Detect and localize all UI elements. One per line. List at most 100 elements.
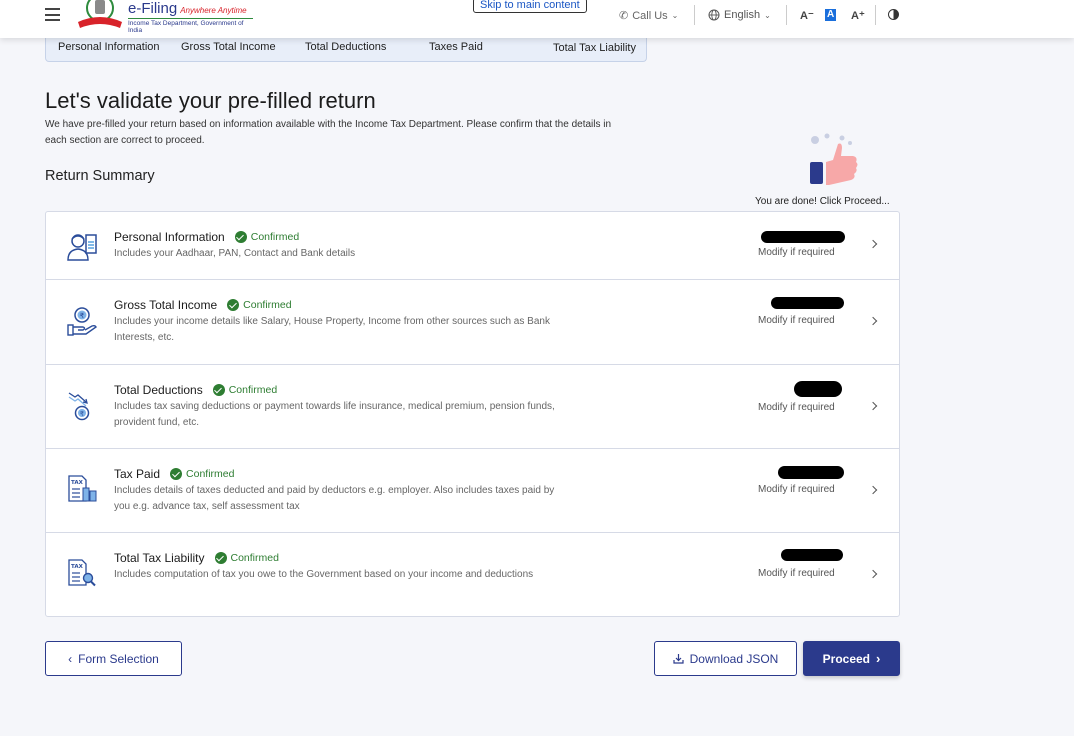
modify-link[interactable]: Modify if required (758, 568, 835, 579)
svg-text:TAX: TAX (71, 564, 84, 570)
section-title-row: Tax Paid Confirmed (114, 467, 234, 481)
download-icon (673, 654, 684, 664)
section-row-tax-paid[interactable]: TAX Tax Paid Confirmed Includes details … (46, 449, 899, 533)
chevron-right-icon[interactable] (868, 316, 878, 326)
proceed-label: Proceed (822, 651, 870, 666)
chevron-right-icon[interactable] (868, 401, 878, 411)
svg-text:TAX: TAX (71, 480, 84, 486)
redacted-amount (761, 231, 845, 243)
form-selection-back-button[interactable]: ‹ Form Selection (45, 641, 182, 676)
chevron-right-icon[interactable] (868, 239, 878, 249)
modify-link[interactable]: Modify if required (758, 402, 835, 413)
modify-link[interactable]: Modify if required (758, 315, 835, 326)
status-label: Confirmed (186, 468, 235, 480)
section-row-total-tax-liability[interactable]: TAX Total Tax Liability Confirmed Includ… (46, 533, 899, 617)
check-circle-icon (234, 231, 247, 243)
section-description: Includes your Aadhaar, PAN, Contact and … (114, 248, 356, 259)
top-header: e-Filing Anywhere Anytime Income Tax Depa… (0, 0, 1074, 38)
brand-tagline: Anywhere Anytime (180, 6, 247, 15)
confirmed-badge: Confirmed (234, 231, 300, 243)
section-title: Total Tax Liability (114, 551, 205, 565)
confirmed-badge: Confirmed (214, 552, 279, 564)
skip-to-main-content-link[interactable]: Skip to main content (473, 0, 587, 13)
download-json-label: Download JSON (689, 651, 779, 666)
brand[interactable]: e-Filing Anywhere Anytime Income Tax Depa… (128, 0, 253, 34)
call-us-dropdown[interactable]: ✆ Call Us ⌄ (619, 9, 679, 23)
tax-document-coins-icon: TAX (68, 475, 97, 502)
chevron-down-icon: ⌄ (671, 11, 679, 20)
section-row-personal-information[interactable]: Personal Information Confirmed Includes … (46, 212, 899, 280)
page-intro: We have pre-filled your return based on … (45, 119, 612, 146)
rupee-down-trend-icon: ₹ (68, 392, 90, 421)
svg-text:₹: ₹ (80, 312, 85, 320)
chevron-right-icon[interactable] (868, 569, 878, 579)
section-row-total-deductions[interactable]: ₹ Total Deductions Confirmed Includes ta… (46, 365, 899, 449)
check-circle-icon (212, 384, 225, 396)
check-circle-icon (227, 299, 240, 311)
redacted-amount (794, 381, 842, 397)
return-summary-heading: Return Summary (45, 168, 155, 184)
tax-document-search-icon: TAX (68, 559, 96, 587)
section-description: Includes details of taxes deducted and p… (114, 485, 555, 512)
brand-subtitle: Income Tax Department, Government of Ind… (128, 18, 253, 34)
modify-link[interactable]: Modify if required (758, 484, 835, 495)
section-title-row: Total Deductions Confirmed (114, 383, 277, 397)
section-title: Gross Total Income (114, 298, 218, 312)
step-tab-gross-total-income[interactable]: Gross Total Income (181, 41, 276, 53)
decrease-font-button[interactable]: A⁻ (800, 9, 814, 22)
section-row-gross-total-income[interactable]: ₹ Gross Total Income Confirmed Includes … (46, 280, 899, 365)
status-label: Confirmed (230, 552, 279, 564)
section-description: Includes computation of tax you owe to t… (114, 569, 534, 580)
proceed-button[interactable]: Proceed › (803, 641, 900, 676)
status-label: Confirmed (250, 231, 300, 243)
done-message: You are done! Click Proceed... (755, 196, 890, 207)
step-tab-personal-information[interactable]: Personal Information (58, 41, 160, 53)
rupee-hand-icon: ₹ (67, 307, 97, 336)
redacted-amount (771, 297, 844, 309)
divider (786, 5, 787, 25)
person-id-card-icon (67, 234, 97, 261)
menu-icon[interactable] (45, 8, 60, 21)
section-title-row: Total Tax Liability Confirmed (114, 551, 279, 565)
modify-link[interactable]: Modify if required (758, 247, 835, 258)
redacted-amount (781, 549, 843, 561)
section-title-row: Gross Total Income Confirmed (114, 298, 292, 312)
status-label: Confirmed (228, 384, 278, 396)
divider (694, 5, 695, 25)
section-title: Total Deductions (114, 383, 203, 397)
increase-font-button[interactable]: A⁺ (851, 9, 865, 22)
status-label: Confirmed (243, 299, 292, 311)
contrast-toggle-icon[interactable] (888, 9, 899, 20)
chevron-left-icon: ‹ (68, 651, 73, 666)
svg-text:₹: ₹ (80, 410, 84, 418)
section-description: Includes tax saving deductions or paymen… (114, 401, 555, 428)
language-dropdown[interactable]: English ⌄ (708, 9, 771, 21)
brand-name: e-Filing (128, 0, 178, 17)
check-circle-icon (214, 552, 227, 564)
divider (875, 5, 876, 25)
step-tab-taxes-paid[interactable]: Taxes Paid (429, 41, 483, 53)
step-tabs: Personal Information Gross Total Income … (45, 36, 647, 62)
step-tab-total-tax-liability[interactable]: Total Tax Liability (553, 42, 636, 54)
section-title: Personal Information (114, 230, 225, 244)
step-tab-total-deductions[interactable]: Total Deductions (305, 41, 386, 53)
section-description: Includes your income details like Salary… (114, 316, 550, 343)
call-us-label: Call Us (632, 9, 668, 22)
chevron-right-icon[interactable] (868, 485, 878, 495)
return-summary-list: Personal Information Confirmed Includes … (45, 211, 900, 617)
download-json-button[interactable]: Download JSON (654, 641, 797, 676)
section-title-row: Personal Information Confirmed (114, 230, 299, 244)
chevron-down-icon: ⌄ (764, 10, 771, 20)
page-title: Let's validate your pre-filled return (45, 88, 376, 113)
redacted-amount (778, 466, 844, 479)
confirmed-badge: Confirmed (212, 384, 278, 396)
phone-icon: ✆ (619, 10, 629, 22)
confirmed-badge: Confirmed (227, 299, 292, 311)
default-font-button[interactable]: A (825, 9, 837, 21)
section-title: Tax Paid (114, 467, 161, 481)
income-tax-emblem-logo[interactable] (76, 0, 124, 30)
globe-icon (708, 9, 720, 21)
thumbs-up-icon (810, 133, 858, 185)
language-label: English (724, 9, 761, 21)
form-selection-label: Form Selection (78, 651, 159, 666)
